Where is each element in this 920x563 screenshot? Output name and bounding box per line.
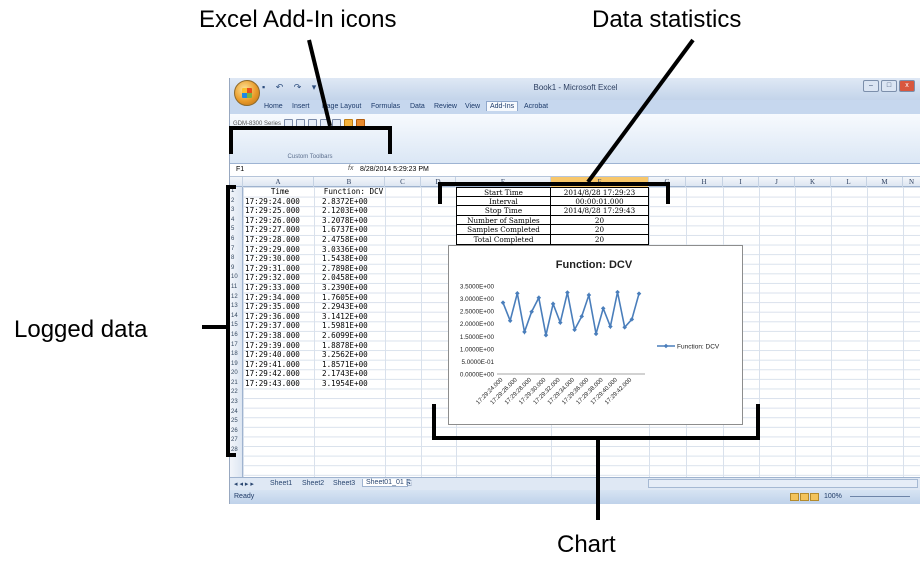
leader-lines [202, 38, 695, 520]
office-button[interactable] [234, 80, 260, 106]
